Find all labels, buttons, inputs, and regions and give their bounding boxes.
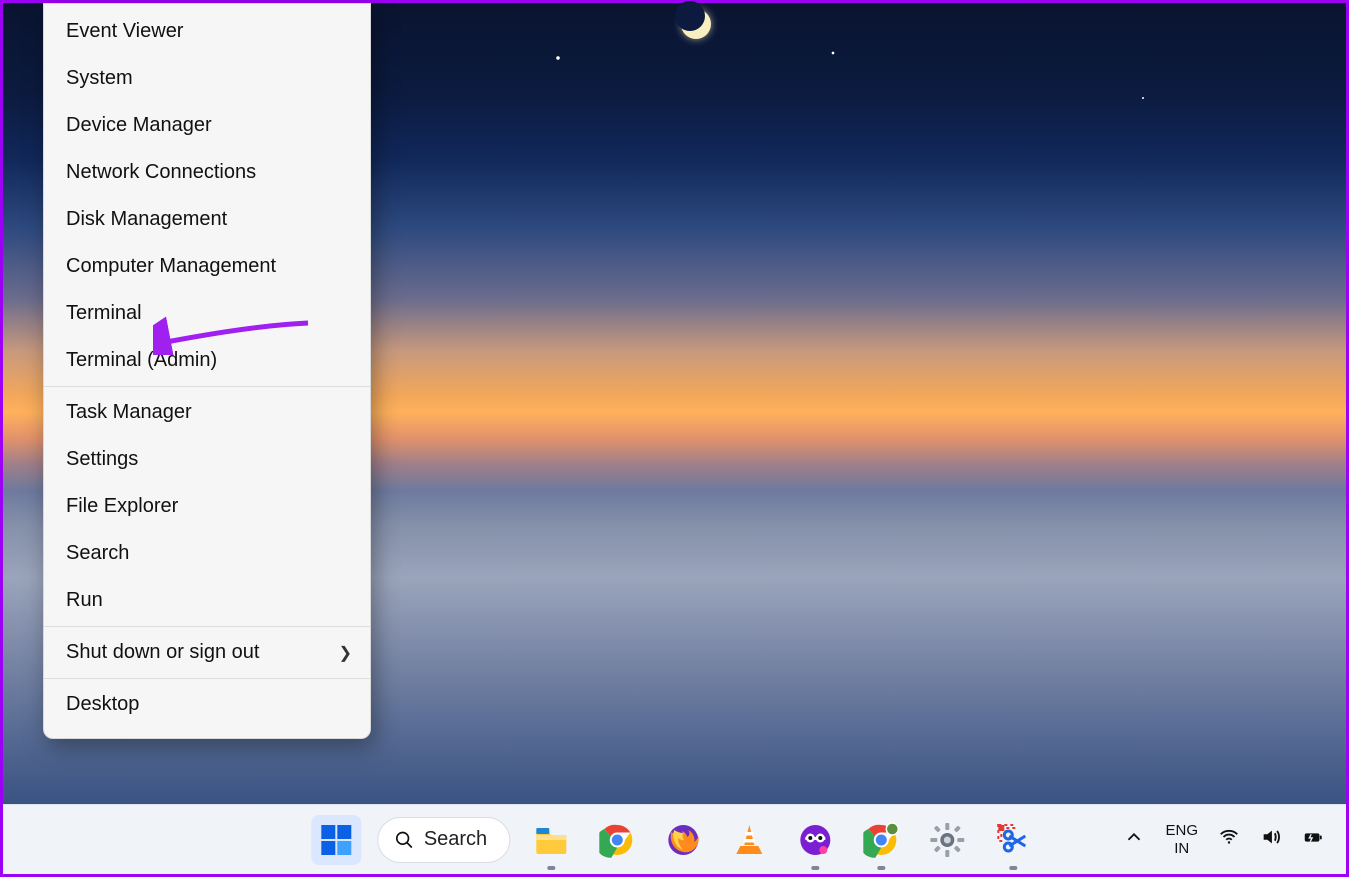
menu-item-label: File Explorer [66, 495, 178, 518]
chrome-profile-icon[interactable] [856, 815, 906, 865]
chrome-icon[interactable] [592, 815, 642, 865]
menu-item-system[interactable]: System [44, 55, 370, 102]
battery-icon[interactable] [1302, 826, 1324, 853]
system-tray: ENG IN [1123, 822, 1324, 857]
lang-line2: IN [1165, 840, 1198, 857]
tray-overflow-chevron[interactable] [1123, 826, 1145, 853]
menu-item-label: Search [66, 542, 129, 565]
menu-item-label: Shut down or sign out [66, 641, 259, 664]
taskbar-search[interactable]: Search [377, 817, 510, 863]
taskbar: Search ENG IN [3, 804, 1346, 874]
menu-item-computer-management[interactable]: Computer Management [44, 243, 370, 290]
menu-item-task-manager[interactable]: Task Manager [44, 389, 370, 436]
menu-separator [44, 626, 370, 627]
menu-item-label: Terminal (Admin) [66, 349, 217, 372]
menu-item-label: Desktop [66, 693, 139, 716]
moon-graphic [681, 9, 711, 39]
menu-item-terminal[interactable]: Terminal [44, 290, 370, 337]
menu-item-disk-management[interactable]: Disk Management [44, 196, 370, 243]
settings-icon[interactable] [922, 815, 972, 865]
menu-item-label: Event Viewer [66, 20, 183, 43]
start-button[interactable] [311, 815, 361, 865]
language-indicator[interactable]: ENG IN [1165, 822, 1198, 857]
menu-item-terminal-admin[interactable]: Terminal (Admin) [44, 337, 370, 384]
lang-line1: ENG [1165, 822, 1198, 839]
menu-item-network-connections[interactable]: Network Connections [44, 149, 370, 196]
menu-item-event-viewer[interactable]: Event Viewer [44, 8, 370, 55]
screenshot-frame: Event Viewer System Device Manager Network … [0, 0, 1349, 877]
menu-separator [44, 678, 370, 679]
menu-item-label: Terminal [66, 302, 142, 325]
menu-item-shut-down-or-sign-out[interactable]: Shut down or sign out ❯ [44, 629, 370, 676]
menu-item-label: Disk Management [66, 208, 227, 231]
vlc-icon[interactable] [724, 815, 774, 865]
menu-item-run[interactable]: Run [44, 577, 370, 624]
menu-item-desktop[interactable]: Desktop [44, 681, 370, 728]
wifi-icon[interactable] [1218, 826, 1240, 853]
snipping-tool-icon[interactable] [988, 815, 1038, 865]
file-explorer-icon[interactable] [526, 815, 576, 865]
menu-item-label: Network Connections [66, 161, 256, 184]
search-label: Search [424, 828, 487, 851]
menu-item-label: Run [66, 589, 103, 612]
menu-item-device-manager[interactable]: Device Manager [44, 102, 370, 149]
menu-item-label: System [66, 67, 133, 90]
purple-app-icon[interactable] [790, 815, 840, 865]
firefox-icon[interactable] [658, 815, 708, 865]
menu-item-search[interactable]: Search [44, 530, 370, 577]
volume-icon[interactable] [1260, 826, 1282, 853]
menu-separator [44, 386, 370, 387]
menu-item-label: Settings [66, 448, 138, 471]
chevron-right-icon: ❯ [339, 643, 352, 663]
menu-item-file-explorer[interactable]: File Explorer [44, 483, 370, 530]
menu-item-settings[interactable]: Settings [44, 436, 370, 483]
menu-item-label: Computer Management [66, 255, 276, 278]
search-icon [394, 830, 414, 850]
menu-item-label: Device Manager [66, 114, 212, 137]
winx-context-menu: Event Viewer System Device Manager Network … [43, 3, 371, 739]
menu-item-label: Task Manager [66, 401, 192, 424]
